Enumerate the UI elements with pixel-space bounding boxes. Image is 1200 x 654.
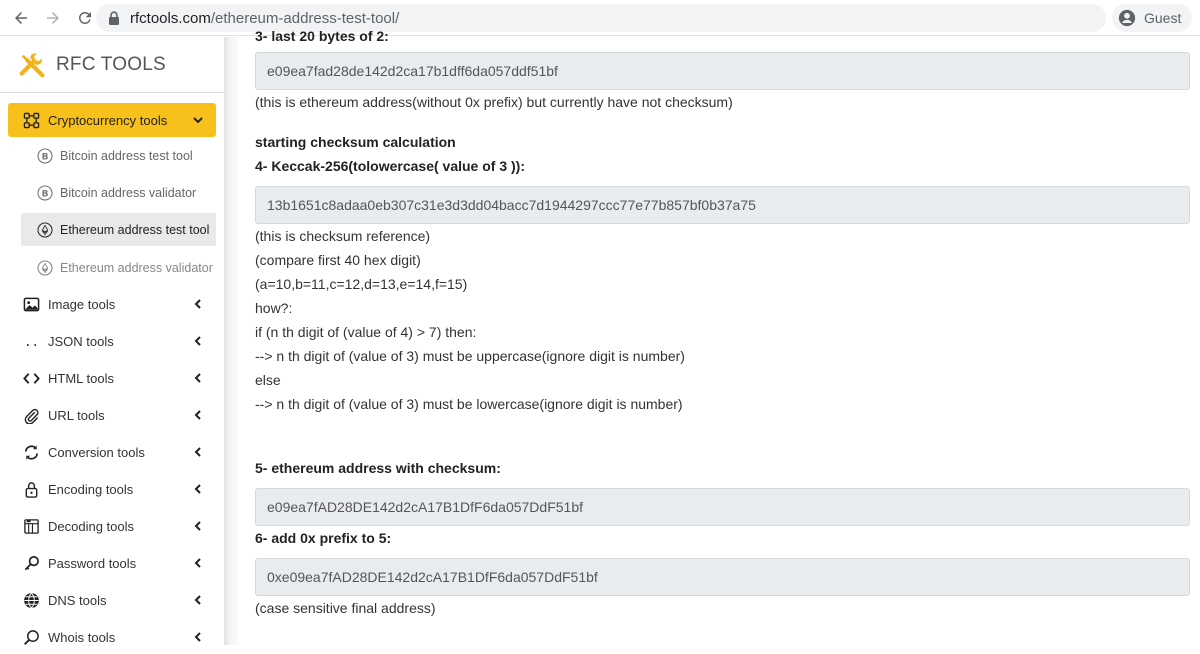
chevron-down-icon [193, 117, 203, 124]
explain-line: --> n th digit of (value of 3) must be u… [255, 348, 685, 364]
value4-field[interactable]: 13b1651c8adaa0eb307c31e3d3dd04bacc7d1944… [255, 186, 1190, 224]
url-text: rfctools.com/ethereum-address-test-tool/ [130, 9, 400, 27]
menu-label: Decoding tools [48, 518, 134, 534]
image-icon [22, 295, 40, 313]
ethereum-icon [37, 259, 53, 276]
menu-html-tools[interactable]: HTML tools [8, 361, 216, 395]
chevron-left-icon [194, 558, 201, 568]
lock-icon [109, 11, 119, 25]
note6: (case sensitive final address) [255, 600, 436, 616]
menu-url-tools[interactable]: URL tools [8, 398, 216, 432]
chevron-left-icon [194, 410, 201, 420]
explain-line: else [255, 372, 281, 388]
menu-password-tools[interactable]: Password tools [8, 546, 216, 580]
sub-item-label: Bitcoin address test tool [60, 148, 193, 163]
forward-button[interactable] [38, 3, 68, 33]
back-button[interactable] [6, 3, 36, 33]
menu-label: HTML tools [48, 370, 114, 386]
svg-text:{..}: {..} [23, 334, 40, 348]
sidebar-item-bitcoin-address-validator[interactable]: B Bitcoin address validator [21, 176, 216, 209]
brand-logo[interactable]: RFC TOOLS [18, 49, 166, 81]
user-avatar-icon [1118, 9, 1136, 27]
paperclip-icon [22, 406, 40, 424]
sub-item-label: Bitcoin address validator [60, 185, 197, 200]
step3-title: 3- last 20 bytes of 2: [255, 28, 389, 44]
menu-label: DNS tools [48, 592, 107, 608]
value5-field[interactable]: e09ea7fAD28DE142d2cA17B1DfF6da057DdF51bf [255, 488, 1190, 526]
profile-label: Guest [1144, 10, 1182, 26]
key-icon [22, 554, 40, 572]
chevron-left-icon [194, 299, 201, 309]
menu-label: Encoding tools [48, 481, 134, 497]
tool-output: 3- last 20 bytes of 2: e09ea7fad28de142d… [255, 28, 1190, 645]
explain-line: (compare first 40 hex digit) [255, 252, 421, 268]
chevron-left-icon [194, 336, 201, 346]
divider [0, 92, 224, 93]
explain-line: if (n th digit of (value of 4) > 7) then… [255, 324, 477, 340]
sidebar: RFC TOOLS Cryptocurrency tools B Bitcoin… [0, 37, 224, 645]
value3-field[interactable]: e09ea7fad28de142d2ca17b1dff6da057ddf51bf [255, 52, 1190, 90]
tools-icon [19, 53, 45, 78]
menu-conversion-tools[interactable]: Conversion tools [8, 435, 216, 469]
decode-icon [22, 517, 40, 535]
globe-icon [22, 591, 40, 609]
value6-field[interactable]: 0xe09ea7fAD28DE142d2cA17B1DfF6da057DdF51… [255, 558, 1190, 596]
search-icon [22, 628, 40, 646]
chevron-left-icon [194, 595, 201, 605]
menu-decoding-tools[interactable]: Decoding tools [8, 509, 216, 543]
explain-line: --> n th digit of (value of 3) must be l… [255, 396, 683, 412]
lock-open-icon [22, 480, 40, 498]
address-bar[interactable]: rfctools.com/ethereum-address-test-tool/ [96, 4, 1106, 32]
chevron-left-icon [194, 521, 201, 531]
bitcoin-icon: B [37, 184, 53, 201]
arrow-right-icon [47, 11, 59, 24]
svg-text:B: B [42, 152, 49, 162]
grid-nodes-icon [22, 111, 40, 129]
browser-toolbar: rfctools.com/ethereum-address-test-tool/… [0, 0, 1200, 36]
svg-text:B: B [42, 189, 49, 199]
chevron-left-icon [194, 373, 201, 383]
step6-title: 6- add 0x prefix to 5: [255, 530, 392, 546]
sub-item-label: Ethereum address validator [60, 260, 213, 275]
checksum-title: starting checksum calculation [255, 134, 456, 150]
swap-arrows-icon [22, 443, 40, 461]
sidebar-item-ethereum-address-test-tool[interactable]: Ethereum address test tool [21, 213, 216, 246]
step5-title: 5- ethereum address with checksum: [255, 460, 501, 476]
menu-encoding-tools[interactable]: Encoding tools [8, 472, 216, 506]
profile-button[interactable]: Guest [1112, 4, 1192, 32]
reload-icon [78, 11, 91, 24]
menu-whois-tools[interactable]: Whois tools [8, 620, 216, 654]
step4-title: 4- Keccak-256(tolowercase( value of 3 ))… [255, 158, 525, 174]
menu-label: Password tools [48, 555, 137, 571]
menu-cryptocurrency-tools[interactable]: Cryptocurrency tools [8, 103, 216, 137]
note3: (this is ethereum address(without 0x pre… [255, 94, 733, 110]
bitcoin-icon: B [37, 147, 53, 164]
brand-name: RFC TOOLS [56, 54, 166, 75]
menu-label: URL tools [48, 407, 105, 423]
curly-braces-icon: {..} [22, 332, 40, 350]
sidebar-divider [224, 37, 239, 645]
chevron-left-icon [194, 632, 201, 642]
chevron-left-icon [194, 484, 201, 494]
menu-dns-tools[interactable]: DNS tools [8, 583, 216, 617]
chevron-left-icon [194, 447, 201, 457]
menu-label: Conversion tools [48, 444, 145, 460]
explain-line: (a=10,b=11,c=12,d=13,e=14,f=15) [255, 276, 468, 292]
menu-label: Image tools [48, 296, 116, 312]
menu-label: JSON tools [48, 333, 114, 349]
arrow-left-icon [15, 11, 27, 24]
menu-label: Whois tools [48, 629, 116, 645]
sub-item-label: Ethereum address test tool [60, 222, 210, 237]
menu-image-tools[interactable]: Image tools [8, 287, 216, 321]
menu-label: Cryptocurrency tools [48, 112, 168, 128]
explain-line: (this is checksum reference) [255, 228, 431, 244]
code-brackets-icon [22, 369, 40, 387]
explain-line: how?: [255, 300, 293, 316]
menu-json-tools[interactable]: {..} JSON tools [8, 324, 216, 358]
sidebar-item-bitcoin-address-test-tool[interactable]: B Bitcoin address test tool [21, 139, 216, 172]
sidebar-item-ethereum-address-validator[interactable]: Ethereum address validator [21, 251, 216, 284]
ethereum-icon [37, 221, 53, 238]
